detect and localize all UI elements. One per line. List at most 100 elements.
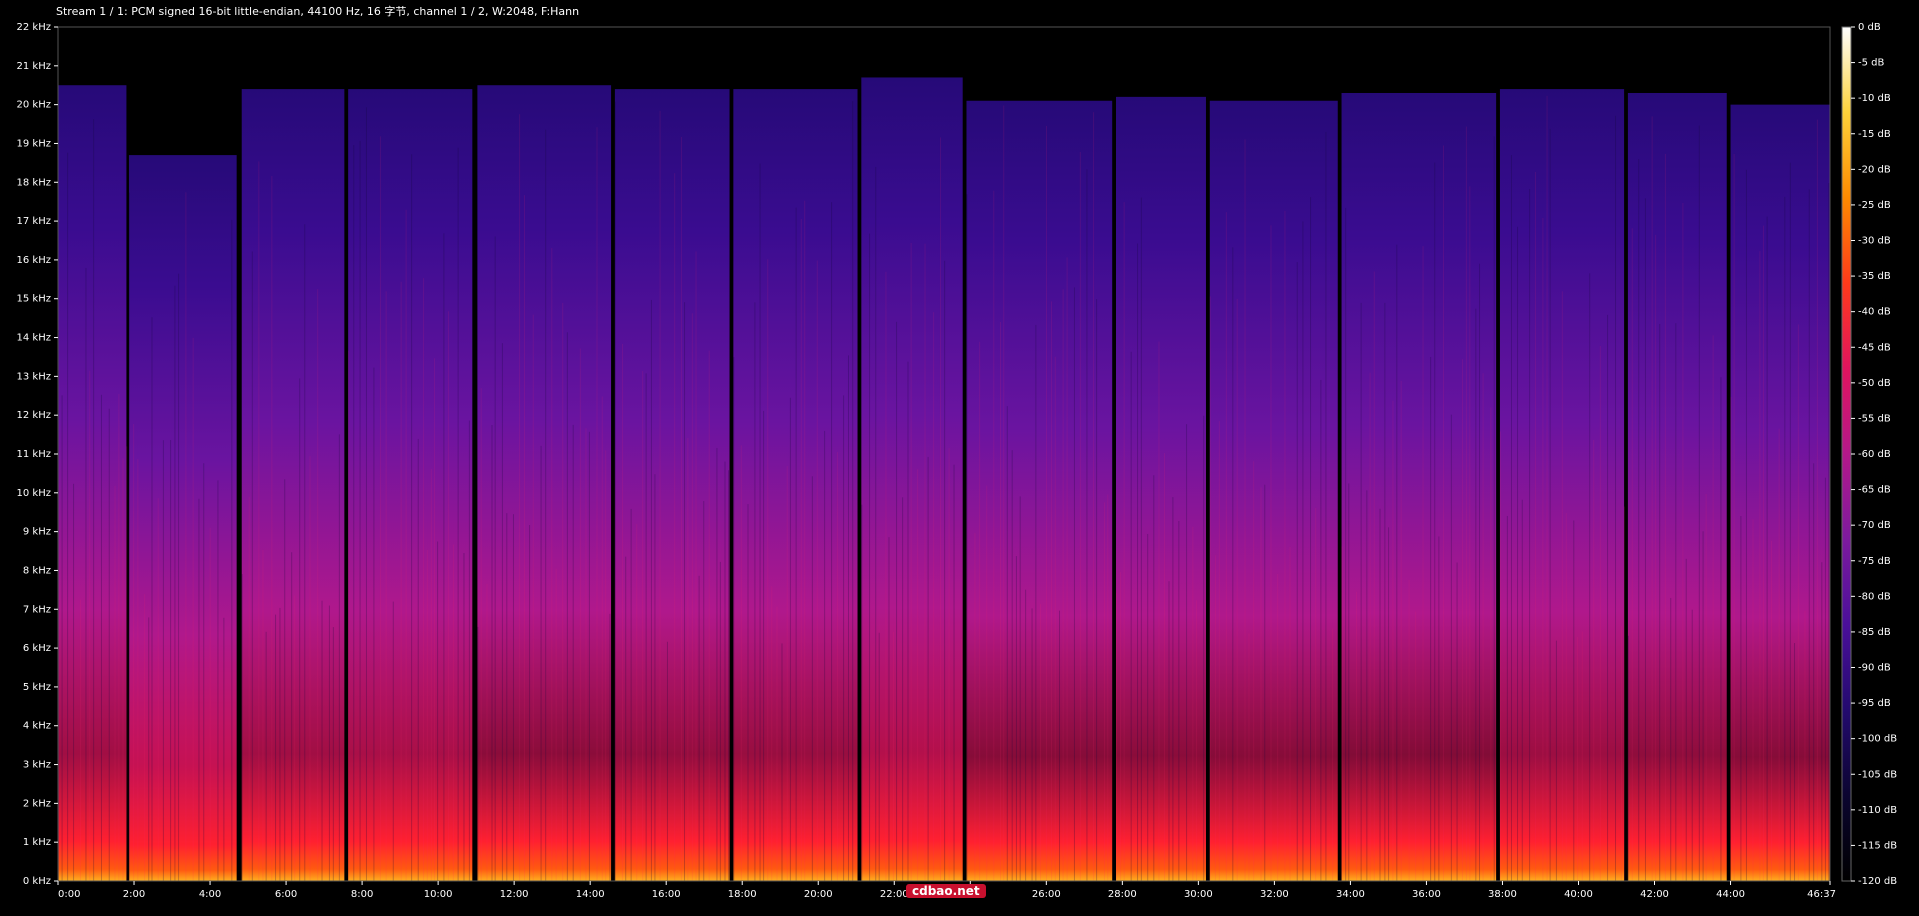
y-tick-label: 21 kHz [17,61,51,72]
texture-stripe [1434,162,1436,881]
x-tick-label: 8:00 [351,889,373,900]
texture-stripe [1549,128,1551,882]
colorbar-tick-label: -45 dB [1858,342,1891,353]
texture-stripe [1620,626,1622,881]
texture-stripe [1332,628,1334,881]
texture-stripe [645,373,647,881]
texture-stripe [1730,397,1732,881]
texture-stripe [426,549,428,881]
texture-stripe [1025,589,1027,881]
texture-stripe [724,461,726,881]
colorbar-tick-label: -65 dB [1858,485,1891,496]
texture-stripe [423,278,425,881]
texture-stripe [1638,159,1640,882]
texture-stripe [555,568,557,881]
texture-stripe [1196,600,1198,881]
texture-stripe [1422,246,1424,882]
texture-stripe [1443,145,1445,882]
colorbar-tick-label: -120 dB [1858,876,1897,887]
texture-stripe [1011,450,1013,881]
texture-stripe [321,600,323,881]
track-block [861,77,963,882]
texture-stripe [373,367,375,881]
texture-stripe [917,469,919,881]
texture-stripe [1561,291,1563,882]
texture-stripe [1302,221,1304,881]
texture-stripe [966,194,968,881]
texture-stripe [411,154,413,882]
texture-stripe [1752,519,1754,881]
texture-stripe [609,613,611,881]
texture-stripe [1369,372,1371,881]
texture-stripe [695,251,697,882]
texture-stripe [294,595,296,881]
x-tick-label: 42:00 [1640,889,1669,900]
texture-stripe [1003,105,1005,881]
texture-stripe [740,445,742,881]
texture-stripe [1720,377,1722,881]
texture-stripe [836,452,838,881]
texture-stripe [1675,323,1677,881]
texture-stripe [754,302,756,882]
texture-stripe [217,480,219,881]
texture-stripe [1784,196,1786,882]
texture-stripe [811,476,813,881]
texture-stripe [953,464,955,881]
texture-stripe [299,378,301,881]
texture-stripe [512,514,514,881]
texture-stripe [198,498,200,881]
texture-stripe [1320,379,1322,881]
texture-stripe [348,350,350,881]
texture-stripe [1702,531,1704,881]
texture-stripe [974,532,976,881]
spectrogram-chart: 0 kHz 1 kHz 2 kHz 3 kHz 4 kHz 5 kHz 6 kHz 7 kHz… [17,22,1898,900]
texture-stripe [878,632,880,881]
texture-stripe [170,440,172,881]
texture-stripe [133,424,135,881]
texture-stripe [328,605,330,881]
spectrogram-tracks [58,77,1830,882]
track-block [966,100,1113,882]
texture-stripe [605,450,607,881]
texture-stripe [468,420,470,881]
texture-stripe [924,243,926,881]
texture-stripe [279,607,281,881]
texture-stripe [545,129,547,881]
texture-stripe [157,498,159,881]
texture-stripe [1192,526,1194,881]
texture-stripe [1379,508,1381,881]
texture-stripe [1631,228,1633,882]
x-tick-label: 16:00 [652,889,681,900]
texture-stripe [1479,263,1481,882]
texture-stripe [185,192,187,881]
texture-stripe [1253,461,1255,881]
texture-stripe [353,145,355,881]
texture-stripe [659,110,661,882]
texture-stripe [684,302,686,881]
texture-stripe [284,479,286,881]
texture-stripe [1203,415,1205,881]
texture-stripe [680,136,682,881]
texture-stripe [1270,225,1272,882]
texture-stripe [1408,579,1410,881]
texture-stripe [443,233,445,881]
texture-stripe [1093,112,1095,881]
texture-stripe [1260,487,1262,881]
texture-stripe [223,617,225,881]
x-tick-label: 6:00 [275,889,297,900]
x-tick-label: 2:00 [123,889,145,900]
texture-stripe [1345,207,1347,882]
texture-stripe [650,299,652,881]
texture-stripe [1019,496,1021,881]
texture-stripe [933,312,935,881]
texture-stripe [1236,298,1238,881]
texture-stripe [1140,197,1142,882]
colorbar-tick-label: -5 dB [1858,58,1884,69]
texture-stripe [1073,287,1075,881]
texture-stripe [1712,335,1714,881]
texture-stripe [1664,153,1666,882]
texture-stripe [1325,131,1327,882]
texture-stripe [1644,198,1646,882]
x-tick-label: 22:00 [880,889,909,900]
texture-stripe [1542,217,1544,881]
